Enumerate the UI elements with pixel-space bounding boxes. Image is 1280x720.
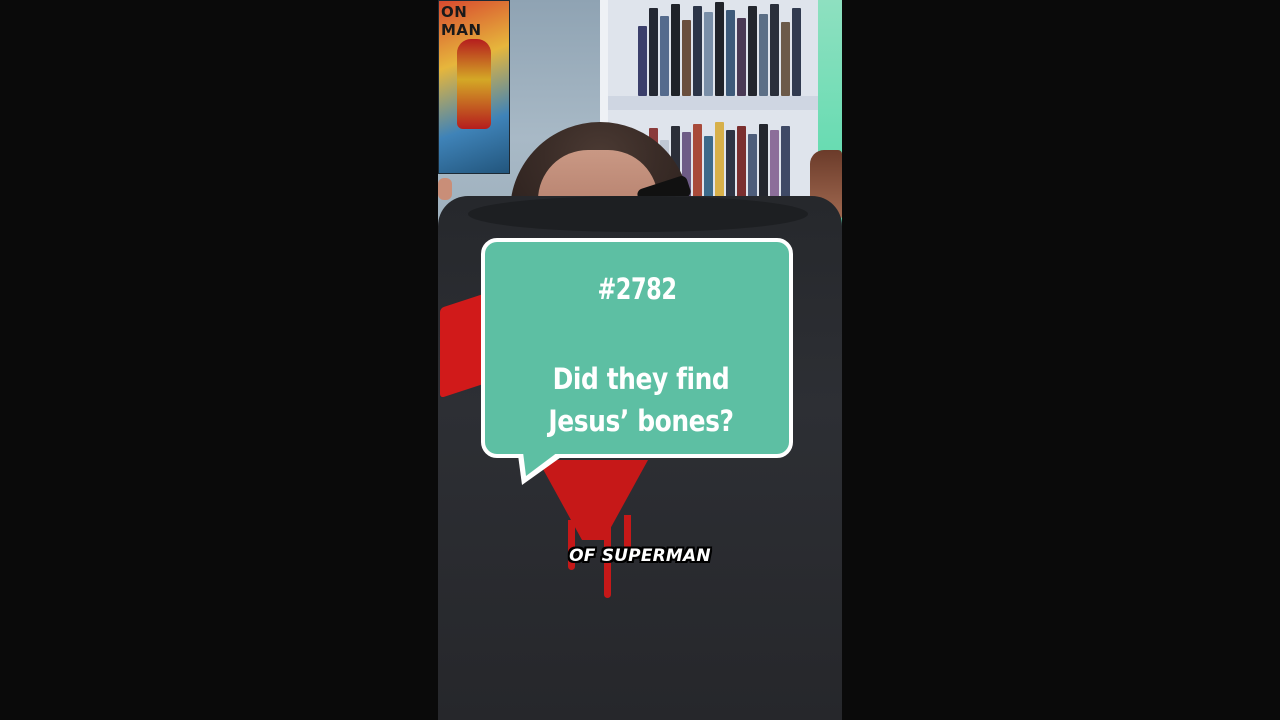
letterbox-left <box>0 0 438 720</box>
books-row-top <box>638 0 803 96</box>
question-number: #2782 <box>597 272 677 306</box>
subtitle-caption: OF SUPERMAN <box>569 546 711 566</box>
shirt-collar <box>468 196 808 232</box>
left-hand <box>438 178 452 200</box>
speech-bubble: #2782 Did they find Jesus’ bones? <box>481 238 793 458</box>
speech-bubble-tail <box>523 452 558 476</box>
letterbox-right <box>842 0 1280 720</box>
shelf-board <box>608 96 842 110</box>
question-text: Did they find Jesus’ bones? <box>548 362 734 438</box>
poster-figure <box>457 39 491 129</box>
poster-title: ON MAN <box>441 3 482 39</box>
comic-poster: ON MAN <box>438 0 510 174</box>
